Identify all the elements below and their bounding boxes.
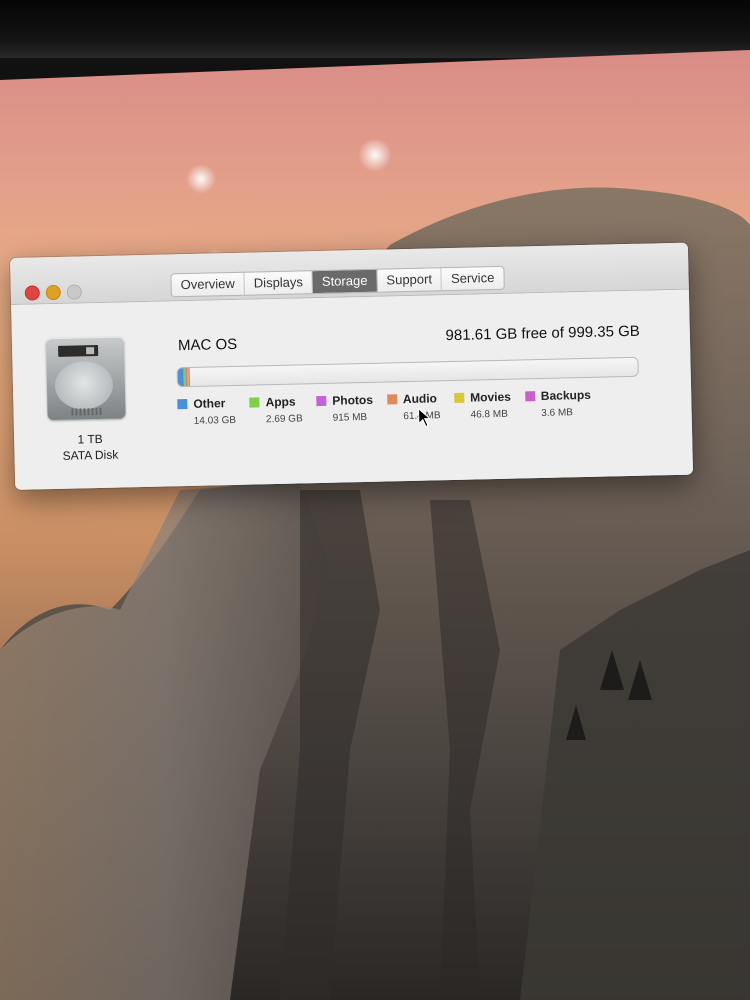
storage-panel: 1 TB SATA Disk MAC OS 981.61 GB free of … xyxy=(11,289,694,490)
tab-overview[interactable]: Overview xyxy=(171,272,246,297)
legend-item-photos: Photos 915 MB xyxy=(316,393,373,424)
legend-category-name: Movies xyxy=(470,389,512,405)
legend-category-size: 46.8 MB xyxy=(470,408,508,421)
legend-category-name: Photos xyxy=(332,392,374,408)
legend-category-size: 3.6 MB xyxy=(541,407,574,419)
about-this-mac-window: Overview Displays Storage Support Servic… xyxy=(10,242,694,490)
legend-category-size: 915 MB xyxy=(332,411,368,424)
legend-category-size: 14.03 GB xyxy=(193,414,237,427)
monitor-bezel xyxy=(0,0,750,58)
zoom-window-button[interactable] xyxy=(66,284,82,300)
disk-type: SATA Disk xyxy=(62,447,119,463)
storage-legend: Other 14.03 GB Apps 2.69 GB Photos 915 MB Audi… xyxy=(177,388,605,428)
legend-swatch xyxy=(316,395,327,407)
tab-support[interactable]: Support xyxy=(377,268,443,292)
legend-item-movies: Movies 46.8 MB xyxy=(454,390,511,421)
usage-segment-backups xyxy=(188,367,191,386)
storage-usage-bar xyxy=(176,356,639,388)
legend-item-audio: Audio 61.4 MB xyxy=(386,391,441,423)
hard-disk-icon xyxy=(45,336,126,421)
legend-item-backups: Backups 3.6 MB xyxy=(524,387,592,419)
mountain-rock-face xyxy=(0,187,750,1000)
legend-swatch xyxy=(454,392,465,403)
legend-item-apps: Apps 2.69 GB xyxy=(249,394,303,426)
tab-displays[interactable]: Displays xyxy=(244,271,314,295)
volume-name: MAC OS xyxy=(177,335,238,355)
free-space-summary: 981.61 GB free of 999.35 GB xyxy=(445,322,641,345)
legend-category-name: Other xyxy=(193,396,226,411)
desktop-wallpaper xyxy=(0,50,750,1000)
mouse-pointer-icon xyxy=(418,407,432,428)
legend-swatch xyxy=(524,391,535,402)
legend-swatch xyxy=(249,397,260,408)
tab-service[interactable]: Service xyxy=(442,267,504,290)
close-window-button[interactable] xyxy=(24,285,40,301)
legend-swatch xyxy=(386,394,398,405)
legend-category-size: 61.4 MB xyxy=(403,410,441,423)
legend-swatch xyxy=(177,399,188,410)
minimize-window-button[interactable] xyxy=(45,284,61,301)
legend-category-name: Backups xyxy=(540,387,592,403)
legend-category-name: Audio xyxy=(402,391,438,407)
legend-category-name: Apps xyxy=(265,394,296,410)
tab-bar: Overview Displays Storage Support Servic… xyxy=(170,265,505,298)
tab-storage[interactable]: Storage xyxy=(312,269,378,294)
legend-item-other: Other 14.03 GB xyxy=(177,396,236,427)
legend-category-size: 2.69 GB xyxy=(265,413,303,426)
